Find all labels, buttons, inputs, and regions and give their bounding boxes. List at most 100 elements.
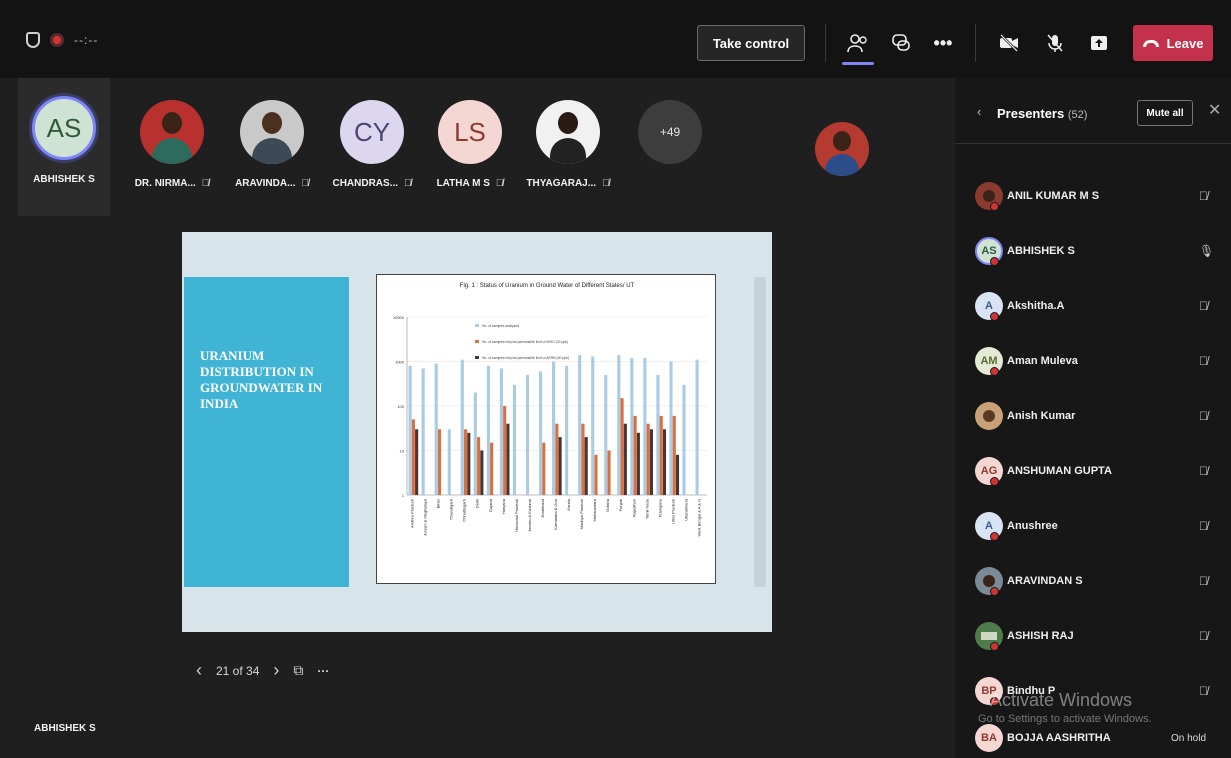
bar: [539, 371, 543, 495]
participant-tile[interactable]: CY CHANDRAS... 🎙̸: [320, 78, 424, 189]
bar: [646, 423, 650, 495]
participant-tile[interactable]: THYAGARAJ... 🎙̸: [516, 78, 620, 189]
bar: [512, 384, 517, 495]
participant-tile[interactable]: ARAVINDA... 🎙̸: [220, 78, 324, 189]
list-item[interactable]: A Anushree 🎙̸: [955, 498, 1231, 553]
bar: [473, 392, 477, 495]
y-tick-label: 10: [400, 449, 405, 454]
participant-name-text: CHANDRAS...: [332, 178, 399, 189]
bar: [662, 429, 667, 495]
more-participants-tile[interactable]: +49: [630, 78, 710, 164]
avatar-photo: [833, 131, 851, 151]
mic-off-icon: 🎙̸: [1199, 408, 1208, 423]
x-tick-label: Bihar: [436, 498, 441, 508]
status-dot: [990, 587, 999, 596]
back-chevron-icon[interactable]: ‹: [977, 104, 981, 119]
share-screen-icon[interactable]: [1086, 28, 1112, 58]
bar: [447, 429, 451, 495]
presenter-name: Anish Kumar: [1007, 409, 1076, 422]
leave-button[interactable]: Leave: [1133, 25, 1213, 61]
participant-tile[interactable]: LS LATHA M S 🎙̸: [420, 78, 520, 189]
x-tick-label: Punjab: [618, 498, 623, 511]
shield-icon[interactable]: [26, 32, 40, 48]
slide-scrollbar[interactable]: [754, 277, 766, 587]
y-tick-label: 10000: [393, 315, 405, 320]
divider: [825, 24, 826, 62]
take-control-button[interactable]: Take control: [697, 25, 805, 61]
slide-position: 21 of 34: [216, 663, 260, 678]
mic-off-icon: 🎙̸: [301, 178, 309, 189]
avatar: [140, 100, 204, 164]
x-tick-label: West Bengal & A & N: [696, 499, 701, 537]
close-icon[interactable]: ✕: [1208, 100, 1221, 120]
leave-label: Leave: [1166, 35, 1204, 51]
x-tick-label: Assam & Meghalaya: [423, 498, 428, 535]
participant-name: DR. NIRMA... 🎙̸: [135, 178, 210, 189]
legend-swatch: [475, 356, 479, 359]
bar: [408, 365, 412, 495]
active-speaker-name: ABHISHEK S: [34, 723, 96, 734]
avatar: LS: [438, 100, 502, 164]
list-item[interactable]: A Akshitha.A 🎙̸: [955, 278, 1231, 333]
bar: [555, 423, 559, 495]
status-dot: [990, 312, 999, 321]
next-slide-icon[interactable]: ›: [273, 660, 279, 681]
avatar-photo: [825, 154, 859, 176]
slide-title-panel: [184, 277, 349, 587]
people-icon[interactable]: [845, 28, 871, 58]
legend-label: No. of samples analysed: [482, 324, 519, 328]
x-tick-label: Andhra Pradesh: [410, 499, 415, 528]
more-options-icon[interactable]: ···: [317, 664, 329, 678]
list-item[interactable]: ANIL KUMAR M S 🎙̸: [955, 168, 1231, 223]
list-item[interactable]: AG ANSHUMAN GUPTA 🎙̸: [955, 443, 1231, 498]
more-options-icon[interactable]: •••: [930, 28, 956, 58]
x-tick-label: Maharashtra: [592, 498, 597, 521]
chat-icon[interactable]: [888, 28, 914, 58]
bar: [506, 423, 510, 495]
x-tick-label: Delhi: [475, 499, 480, 508]
participant-tile[interactable]: AS ABHISHEK S: [18, 78, 110, 216]
participant-name-text: DR. NIRMA...: [134, 178, 196, 189]
activation-watermark: Activate Windows: [990, 690, 1133, 710]
mic-on-icon: 🎙: [1199, 243, 1215, 258]
slide-title: URANIUM DISTRIBUTION IN GROUNDWATER IN I…: [200, 348, 323, 411]
participant-name-text: LATHA M S: [436, 178, 490, 189]
video-tile[interactable]: [735, 78, 955, 218]
previous-slide-icon[interactable]: ‹: [196, 660, 202, 681]
participant-name-text: ABHISHEK S: [33, 174, 95, 185]
shared-slide[interactable]: URANIUM DISTRIBUTION IN GROUNDWATER IN I…: [182, 232, 772, 632]
x-tick-label: Chhattisgarh: [462, 499, 467, 522]
x-tick-label: Uttar Pradesh: [670, 499, 675, 524]
status-dot: [990, 202, 999, 211]
presenter-name: Aman Muleva: [1007, 354, 1078, 367]
bar: [630, 357, 634, 495]
mic-off-icon: 🎙̸: [1199, 298, 1208, 313]
bar: [682, 384, 686, 495]
list-item[interactable]: AS ABHISHEK S 🎙: [955, 223, 1231, 278]
activation-watermark-sub: Go to Settings to activate Windows.: [978, 713, 1152, 725]
x-tick-label: Uttarakhand: [683, 499, 688, 521]
presenter-name: ABHISHEK S: [1007, 244, 1075, 257]
list-item[interactable]: ARAVINDAN S 🎙̸: [955, 553, 1231, 608]
bar: [669, 361, 673, 495]
avatar: [536, 100, 600, 164]
participant-tile[interactable]: DR. NIRMA... 🎙̸: [120, 78, 224, 189]
list-item[interactable]: AM Aman Muleva 🎙̸: [955, 333, 1231, 388]
mic-off-icon: 🎙̸: [1199, 188, 1208, 203]
slide-sorter-icon[interactable]: ⧉: [293, 662, 303, 679]
bar: [480, 450, 484, 495]
participant-name: LATHA M S 🎙̸: [437, 178, 504, 189]
mute-all-button[interactable]: Mute all: [1137, 100, 1193, 126]
bar: [415, 429, 419, 495]
recording-icon: [50, 33, 64, 47]
participant-name: THYAGARAJ... 🎙̸: [526, 178, 609, 189]
panel-title: Presenters (52): [997, 106, 1087, 121]
bar: [656, 374, 660, 495]
list-item[interactable]: Anish Kumar 🎙̸: [955, 388, 1231, 443]
list-item[interactable]: ASHISH RAJ 🎙̸: [955, 608, 1231, 663]
x-tick-label: Rajasthan: [631, 499, 636, 517]
mic-off-icon[interactable]: [1042, 28, 1068, 58]
camera-off-icon[interactable]: [996, 28, 1022, 58]
mic-off-icon: 🎙̸: [602, 178, 610, 189]
participant-name: CHANDRAS... 🎙̸: [332, 178, 411, 189]
